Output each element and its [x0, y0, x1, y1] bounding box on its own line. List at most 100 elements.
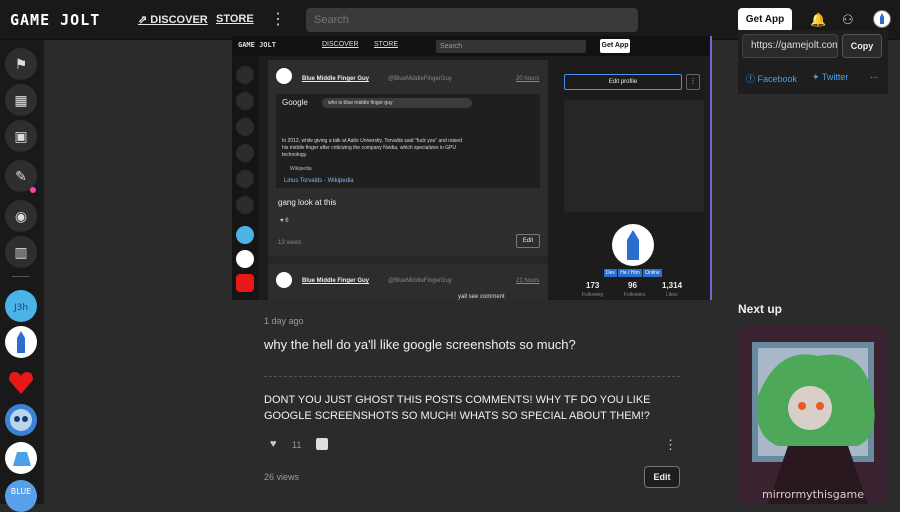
post-title: why the hell do ya'll like google screen…: [264, 337, 576, 352]
screenshot-sidebar-icon: [236, 144, 254, 162]
screenshot-profile-more: ⋮: [686, 74, 700, 90]
post-time-ago: 1 day ago: [264, 316, 304, 326]
mascot-icon: [13, 452, 31, 466]
screenshot-game-icon: [236, 250, 254, 268]
backpack-icon[interactable]: ⚑: [5, 48, 37, 80]
next-up-thumbnail[interactable]: mirrormythisgame: [738, 326, 888, 504]
share-url-field[interactable]: https://gamejolt.com: [742, 34, 838, 58]
more-menu-icon[interactable]: ⋮: [270, 9, 286, 29]
copy-button[interactable]: Copy: [842, 34, 882, 58]
share-panel: https://gamejolt.com Copy ⓕ Facebook ✦ T…: [738, 30, 888, 94]
screenshot-sidebar-icon: [236, 196, 254, 214]
user-avatar[interactable]: [873, 10, 891, 28]
screenshot-edit-button: Edit: [516, 234, 540, 248]
stat-likes-label: Likes: [666, 292, 678, 298]
robot-game[interactable]: [5, 404, 37, 436]
library-icon[interactable]: ▥: [5, 236, 37, 268]
google-source: Wikipedia: [290, 166, 312, 172]
screenshot-author-avatar-2: [276, 272, 292, 288]
screenshot-feed: Blue Middle Finger Guy @BlueMiddleFinger…: [268, 60, 548, 300]
post-content: 1 day ago why the hell do ya'll like goo…: [246, 300, 702, 504]
screenshot-topbar: GAME JOLT DISCOVER STORE Search Get App: [232, 36, 710, 56]
avatar-figure-icon: [880, 13, 884, 24]
view-count: 26 views: [264, 472, 300, 482]
realms-icon[interactable]: ◉: [5, 200, 37, 232]
screenshot-profile-card: [564, 100, 704, 212]
screenshot-likes-value: 6: [285, 218, 289, 224]
search-input[interactable]: [306, 8, 638, 32]
google-query: who is blue middle finger guy: [322, 98, 472, 108]
screenshot-post-time: 20 hours: [516, 76, 540, 82]
blue-figure-icon: [627, 230, 639, 260]
google-logo: Google: [282, 98, 308, 107]
post-options-icon[interactable]: ⋮: [664, 437, 677, 453]
left-sidebar: ⚑ ▦ ▣ ✎ ◉ ▥ J3h BLUE: [0, 40, 44, 512]
screenshot-discover: DISCOVER: [322, 41, 359, 48]
discover-link[interactable]: ⇗ DISCOVER: [138, 13, 208, 26]
character-art-icon: mirrormythisgame: [738, 326, 888, 504]
screenshot-views: 13 views: [278, 240, 302, 246]
screenshot-author-handle-2: @BlueMiddleFingerGuy: [388, 278, 452, 284]
edit-button[interactable]: Edit: [644, 466, 680, 488]
heart-game[interactable]: [5, 366, 37, 398]
badge-pronouns: He / Him: [618, 269, 642, 277]
robot-face-icon: [10, 409, 32, 431]
screenshot-author-name-2: Blue Middle Finger Guy: [302, 278, 370, 284]
screenshot-sidebar-icon: [236, 170, 254, 188]
facebook-label: Facebook: [757, 74, 798, 84]
like-count[interactable]: 11: [292, 440, 301, 450]
screenshot-edit-profile: Edit profile: [564, 74, 682, 90]
twitter-label: Twitter: [821, 72, 849, 82]
screenshot-get-app: Get App: [600, 39, 630, 53]
screenshot-game-icon: [236, 226, 254, 244]
stat-following-value: 173: [586, 281, 600, 290]
post-screenshot-image[interactable]: GAME JOLT DISCOVER STORE Search Get App …: [232, 36, 712, 300]
comment-icon[interactable]: [316, 438, 328, 450]
store-link[interactable]: STORE: [216, 13, 254, 25]
screenshot-author-handle: @BlueMiddleFingerGuy: [388, 76, 452, 82]
discover-label: DISCOVER: [150, 14, 208, 26]
screenshot-sidebar-icon: [236, 92, 254, 110]
store-icon[interactable]: ▦: [5, 84, 37, 116]
screenshot-post-card: Blue Middle Finger Guy @BlueMiddleFinger…: [268, 60, 548, 256]
realm-game-1[interactable]: J3h: [5, 290, 37, 322]
like-heart-icon[interactable]: ♥: [270, 438, 277, 450]
blue-mascot[interactable]: [5, 442, 37, 474]
game-jolt-logo[interactable]: GAME JOLT: [10, 11, 100, 29]
badge-dev: Dev: [604, 269, 617, 277]
screenshot-sidebar-icon: [236, 66, 254, 84]
screenshot-post-card-2: Blue Middle Finger Guy @BlueMiddleFinger…: [268, 264, 548, 300]
friends-icon[interactable]: ⚇: [842, 12, 854, 28]
inventory-icon[interactable]: ▣: [5, 120, 37, 152]
sidebar-divider: [12, 276, 30, 277]
google-link: Linus Torvalds - Wikipedia: [284, 178, 354, 184]
facebook-share-link[interactable]: ⓕ Facebook: [746, 72, 797, 85]
screenshot-google-result: Google who is blue middle finger guy In …: [276, 94, 540, 188]
google-snippet: In 2012, while giving a talk at Aalto Un…: [282, 138, 462, 158]
svg-text:J3h: J3h: [13, 303, 28, 313]
notification-dot: [30, 187, 36, 193]
stat-following-label: Following: [582, 292, 604, 298]
screenshot-like-count: ♥ 6: [280, 218, 289, 224]
screenshot-logo: GAME JOLT: [238, 41, 276, 49]
screenshot-profile-avatar: [612, 224, 654, 266]
screenshot-search: Search: [436, 40, 586, 53]
game-logo-icon: BLUE: [11, 487, 31, 496]
thumbnail-caption: mirrormythisgame: [762, 488, 864, 501]
svg-text:BLUE: BLUE: [11, 487, 31, 496]
post-body: DONT YOU JUST GHOST THIS POSTS COMMENTS!…: [264, 394, 651, 422]
screenshot-author-avatar: [276, 68, 292, 84]
screenshot-profile-badges: Dev He / Him Online: [604, 269, 662, 277]
twitter-share-link[interactable]: ✦ Twitter: [812, 72, 848, 83]
screenshot-sidebar-icon: [236, 118, 254, 136]
blue-game[interactable]: BLUE: [5, 480, 37, 512]
blue-character[interactable]: [5, 326, 37, 358]
stat-likes-value: 1,314: [662, 281, 683, 290]
stat-followers-label: Followers: [624, 292, 646, 298]
screenshot-heart-icon: [236, 274, 254, 292]
get-app-button[interactable]: Get App: [738, 8, 792, 32]
divider: [264, 376, 680, 377]
share-more-icon[interactable]: ...: [870, 70, 878, 81]
bell-icon[interactable]: 🔔: [810, 12, 826, 28]
screenshot-post-caption: gang look at this: [278, 198, 337, 207]
